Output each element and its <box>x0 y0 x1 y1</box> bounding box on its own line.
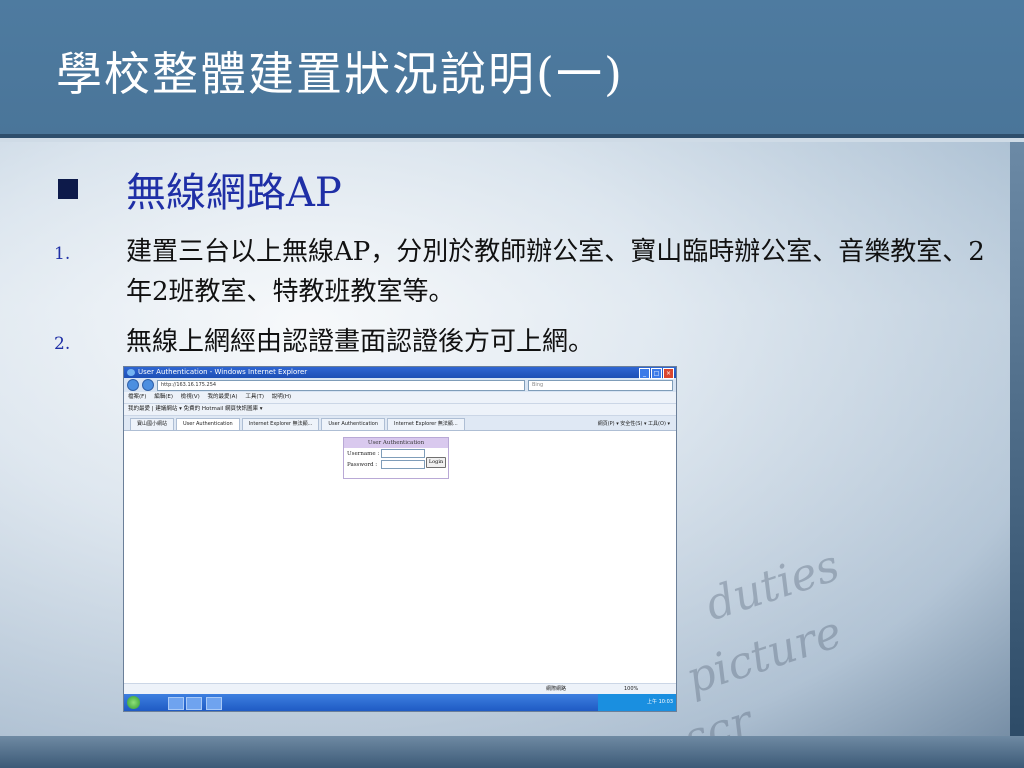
ie-logo-icon <box>127 369 135 376</box>
auth-header: User Authentication <box>344 438 448 448</box>
username-label: Username : <box>347 450 380 457</box>
browser-tab: Internet Explorer 無法顯... <box>387 418 465 430</box>
password-input <box>381 460 425 469</box>
search-field: Bing <box>528 379 673 391</box>
status-zone: 網際網路 <box>546 686 567 692</box>
password-label: Password : <box>347 461 378 468</box>
taskbar-app-icon <box>206 697 222 710</box>
list-item-text: 建置三台以上無線AP，分別於教師辦公室、寶山臨時辦公室、音樂教室、2年2班教室、… <box>126 237 985 307</box>
browser-tab: 寶山國小網站 <box>130 418 175 430</box>
start-icon <box>127 696 140 709</box>
background-watermark: duties picture scr <box>664 470 1024 768</box>
taskbar-app-icon <box>168 697 184 710</box>
browser-tab: Internet Explorer 無法顯... <box>241 418 320 430</box>
browser-page-content: User Authentication Username : Password … <box>124 431 676 676</box>
forward-icon <box>142 379 154 391</box>
address-field: http://163.16.175.254 <box>157 379 525 391</box>
browser-status-bar: 網際網路 100% <box>124 683 676 694</box>
username-input <box>381 449 425 458</box>
slide-bottom-edge <box>0 736 1024 768</box>
taskbar-app-icon <box>186 697 202 710</box>
bullet-heading: 無線網路AP <box>126 170 342 216</box>
address-bar-row: http://163.16.175.254 Bing <box>124 378 676 392</box>
slide-right-edge <box>1010 140 1024 740</box>
windows-taskbar: 上午 10:03 <box>124 694 676 711</box>
list-item-number: 1. <box>54 244 71 264</box>
watermark-word: picture <box>680 606 848 705</box>
bullet-square-icon <box>58 179 78 199</box>
favorites-bar: 我的最愛 | 建議網站 ▾ 免費的 Hotmail 網頁快訊圖庫 ▾ <box>124 404 676 416</box>
browser-menu-bar: 檔案(F) 編輯(E) 檢視(V) 我的最愛(A) 工具(T) 說明(H) <box>124 392 676 404</box>
browser-tab: User Authentication <box>321 418 386 430</box>
browser-tab-row: 寶山國小網站 User Authentication Internet Expl… <box>124 416 676 431</box>
system-tray: 上午 10:03 <box>598 694 676 711</box>
maximize-icon: □ <box>651 368 662 379</box>
browser-title-bar: User Authentication - Windows Internet E… <box>124 367 676 379</box>
list-item-text: 無線上網經由認證畫面認證後方可上網。 <box>126 327 595 357</box>
browser-tools-menu: 網頁(P) ▾ 安全性(S) ▾ 工具(O) ▾ <box>597 421 670 427</box>
slide-header: 學校整體建置狀況說明(一) <box>0 0 1024 142</box>
browser-window-title: User Authentication - Windows Internet E… <box>138 368 308 376</box>
close-icon: × <box>663 368 674 379</box>
back-icon <box>127 379 139 391</box>
list-item-number: 2. <box>54 334 71 354</box>
browser-tab-active: User Authentication <box>176 418 240 430</box>
embedded-browser-screenshot: User Authentication - Windows Internet E… <box>123 366 677 712</box>
slide-title: 學校整體建置狀況說明(一) <box>56 47 624 101</box>
minimize-icon: _ <box>639 368 650 379</box>
window-controls: _ □ × <box>639 368 674 379</box>
status-zoom: 100% <box>624 686 639 692</box>
login-button: Login <box>426 457 446 468</box>
